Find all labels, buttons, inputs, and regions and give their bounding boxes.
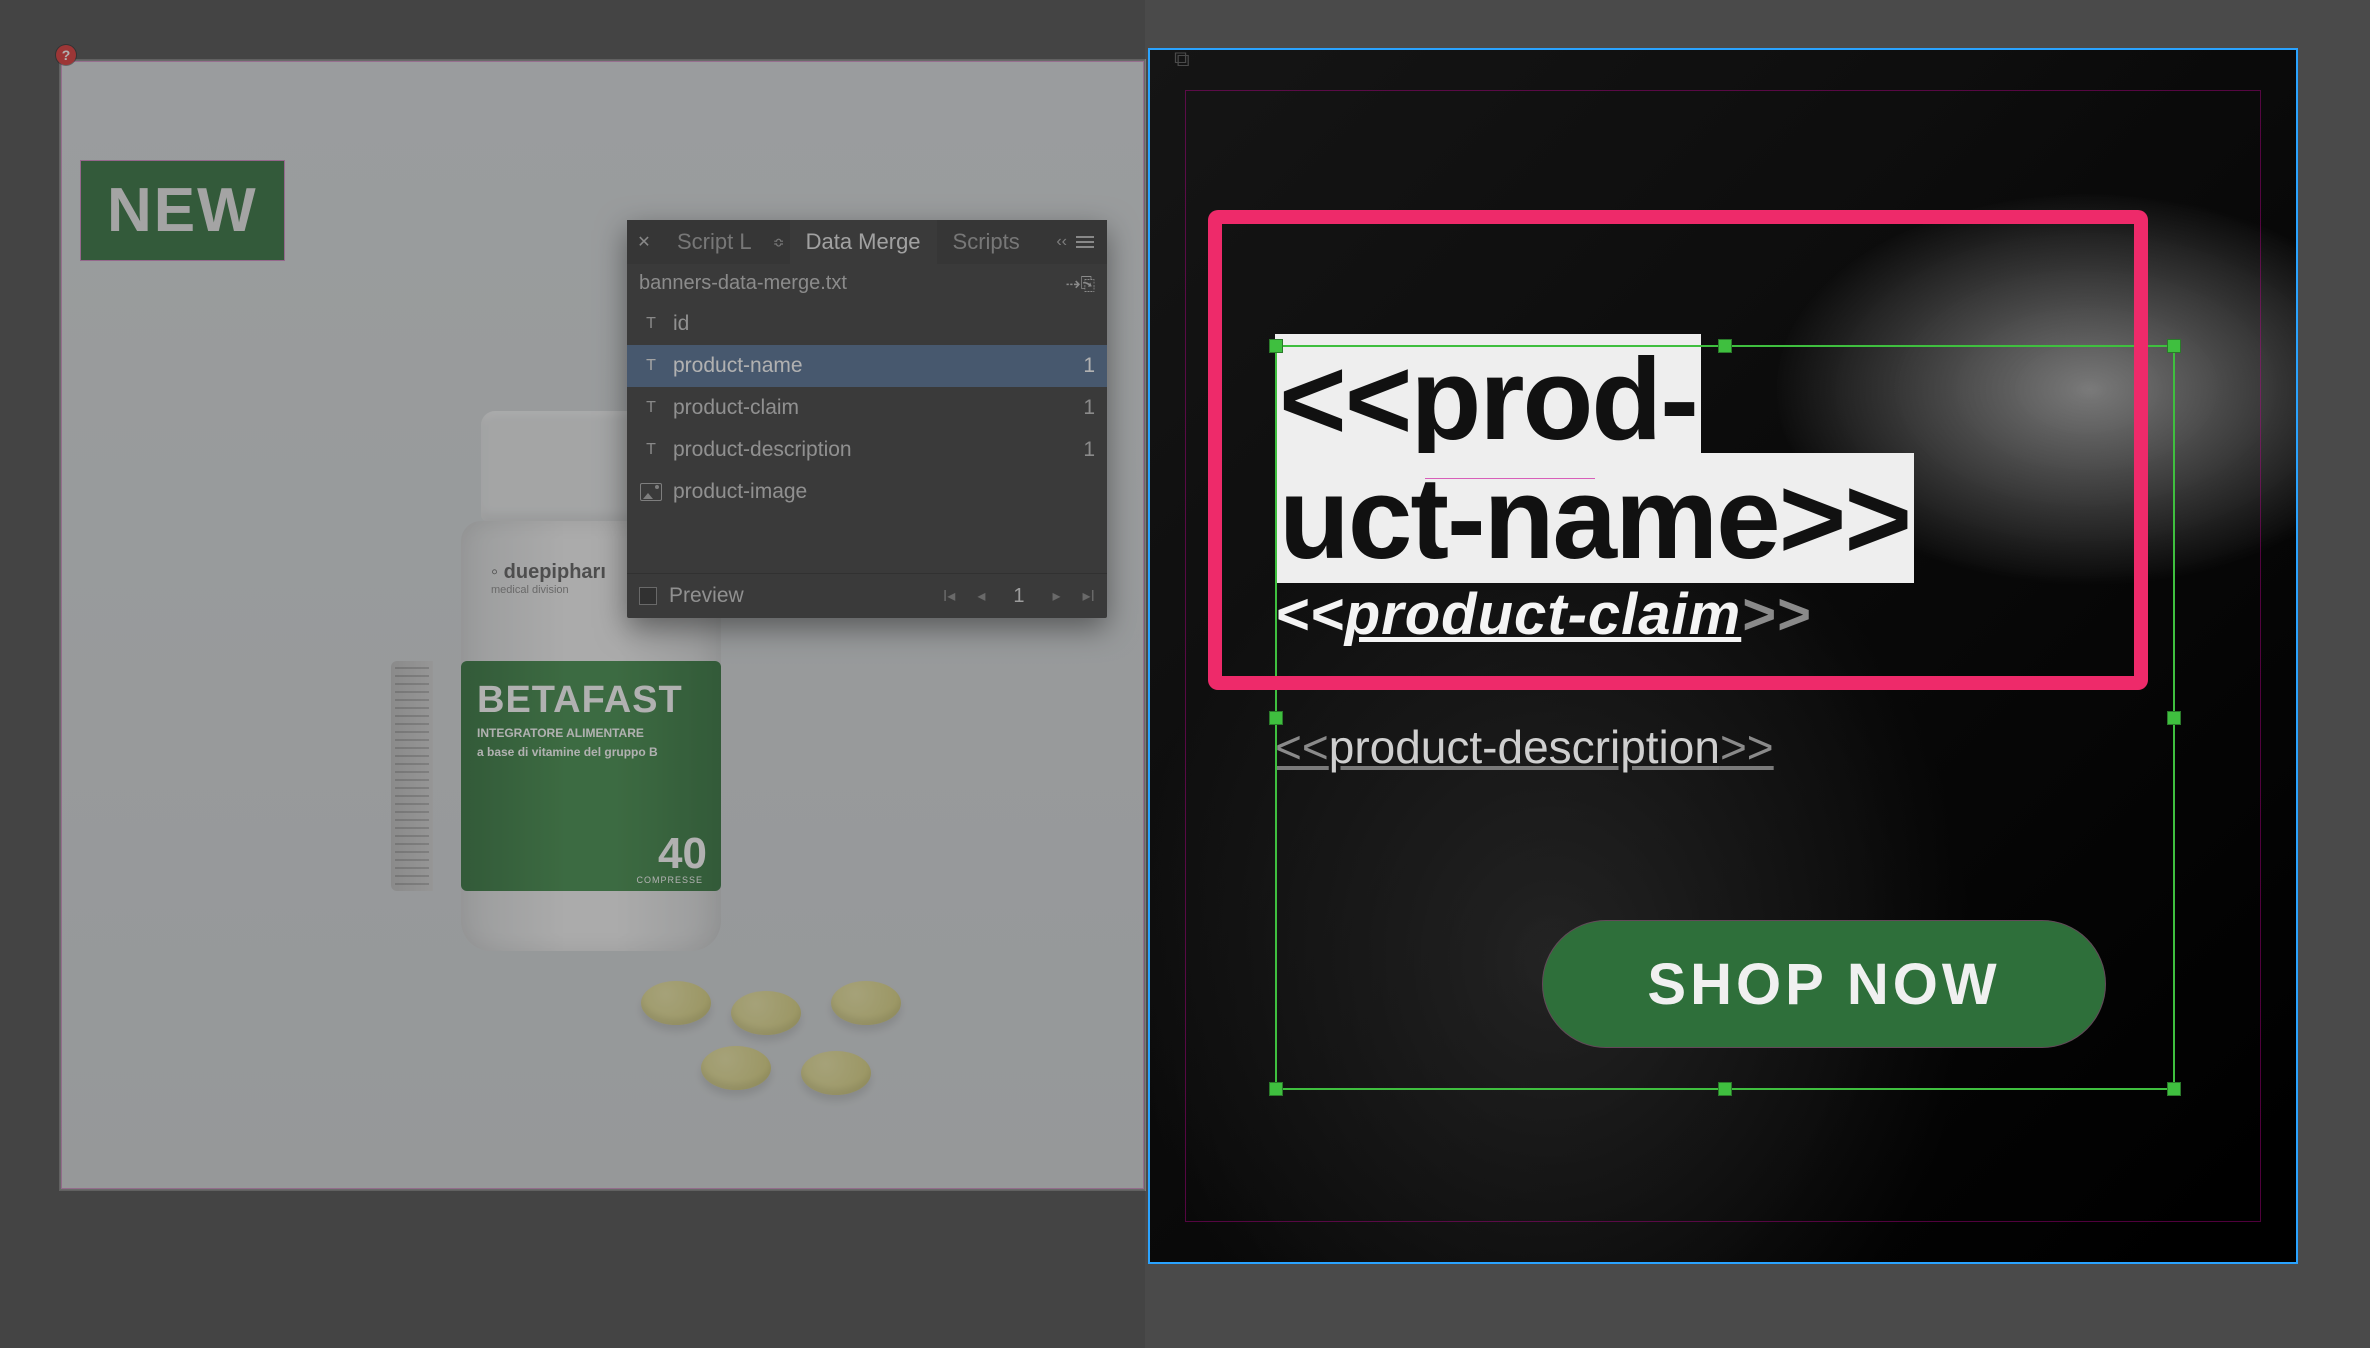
prev-record-icon[interactable]: ◂ [977,586,985,606]
text-field-icon: T [639,438,663,462]
field-label: product-description [673,438,852,462]
placeholder-product-claim[interactable]: <<product-claim>> [1275,581,2175,648]
preview-checkbox[interactable] [639,587,657,605]
text-field-icon: T [639,354,663,378]
document-right[interactable]: ⧉ <<prod-uct-name>> <<product-claim>> <<… [1148,48,2298,1264]
last-record-icon[interactable]: ▸I [1083,586,1095,606]
placeholder-product-description[interactable]: <<product-description>> [1275,720,2175,774]
field-id[interactable]: T id [627,303,1107,345]
product-label-unit: COMPRESSE [636,875,703,885]
data-source-name: banners-data-merge.txt [639,272,847,295]
field-product-claim[interactable]: T product-claim 1 [627,387,1107,429]
pill-icon [801,1051,871,1095]
field-label: product-image [673,480,807,504]
preview-label: Preview [669,584,744,608]
record-number[interactable]: 1 [1007,585,1030,608]
pill-icon [731,991,801,1035]
link-chain-icon[interactable]: ⧉ [1174,46,1190,72]
product-label-count: 40 [658,829,707,879]
brand-text: ◦ duepipharı medical division [491,561,606,596]
product-label-sub1: INTEGRATORE ALIMENTARE [477,726,705,741]
text-field-icon: T [639,312,663,336]
close-icon[interactable]: ✕ [627,220,661,264]
new-badge[interactable]: NEW [81,161,284,260]
data-source-row[interactable]: banners-data-merge.txt ⇢⎘ [627,264,1107,303]
product-label-sub2: a base di vitamine del gruppo B [477,745,705,760]
field-count: 1 [1083,438,1095,462]
panel-header[interactable]: ✕ Script L ≎ Data Merge Scripts ‹‹ [627,220,1107,264]
product-label-title: BETAFAST [477,679,705,722]
overset-text-icon: ? [56,45,76,65]
pill-icon [641,981,711,1025]
tab-data-merge[interactable]: Data Merge [790,220,937,264]
first-record-icon[interactable]: I◂ [943,586,955,606]
text-frame[interactable]: <<prod-uct-name>> <<product-claim>> <<pr… [1275,340,2175,774]
shop-now-button[interactable]: SHOP NOW [1542,920,2106,1048]
data-merge-panel[interactable]: ✕ Script L ≎ Data Merge Scripts ‹‹ banne… [627,220,1107,618]
pill-icon [831,981,901,1025]
field-label: product-name [673,354,803,378]
field-count: 1 [1083,396,1095,420]
relink-icon[interactable]: ⇢⎘ [1066,274,1095,295]
field-product-description[interactable]: T product-description 1 [627,429,1107,471]
collapse-icon[interactable]: ‹‹ [1056,220,1067,264]
next-record-icon[interactable]: ▸ [1052,586,1060,606]
image-field-icon [639,480,663,504]
tab-script-label[interactable]: Script L [661,220,768,264]
panel-footer: Preview I◂ ◂ 1 ▸ ▸I [627,573,1107,618]
field-label: product-claim [673,396,799,420]
collapse-up-icon[interactable]: ≎ [768,234,790,251]
text-field-icon: T [639,396,663,420]
tab-scripts[interactable]: Scripts [937,220,1036,264]
pill-icon [701,1046,771,1090]
field-product-name[interactable]: T product-name 1 [627,345,1107,387]
field-product-image[interactable]: product-image [627,471,1107,513]
panel-menu-icon[interactable] [1071,220,1099,264]
placeholder-product-name[interactable]: <<prod-uct-name>> [1275,334,1914,583]
field-count: 1 [1083,354,1095,378]
field-label: id [673,312,689,336]
